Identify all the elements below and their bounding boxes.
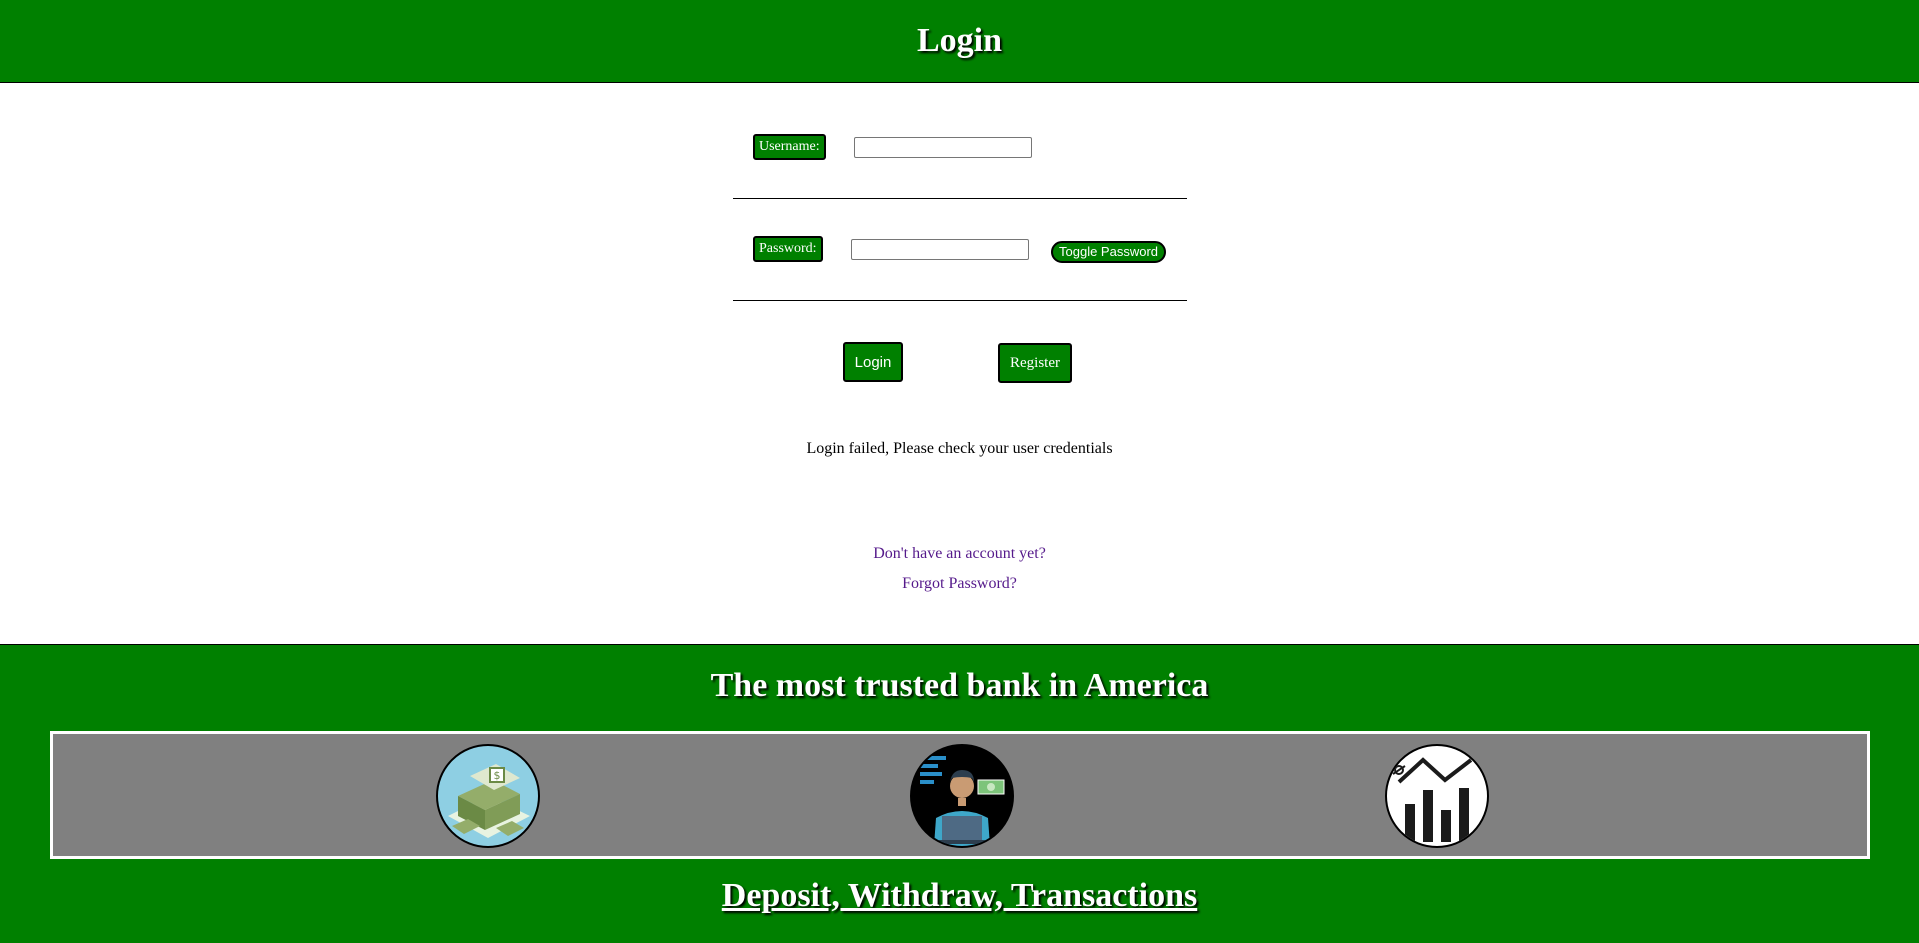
money-stack-icon: $ — [436, 744, 540, 848]
register-link[interactable]: Don't have an account yet? — [0, 545, 1919, 563]
password-label: Password: — [753, 236, 823, 262]
page-header: Login — [0, 0, 1919, 83]
growth-chart-icon — [1385, 744, 1489, 848]
register-button[interactable]: Register — [998, 343, 1072, 383]
features-heading: Deposit, Withdraw, Transactions — [721, 877, 1198, 914]
username-input[interactable] — [854, 137, 1032, 158]
password-input[interactable] — [851, 239, 1029, 260]
login-form: Username: Password: Toggle Password — [733, 108, 1187, 301]
register-link-text[interactable]: Don't have an account yet? — [873, 545, 1046, 562]
username-label: Username: — [753, 134, 826, 160]
username-row: Username: — [733, 108, 1187, 199]
page-title: Login — [916, 22, 1003, 59]
page-footer: The most trusted bank in America $ Depos… — [0, 644, 1919, 943]
forgot-password-link-text[interactable]: Forgot Password? — [902, 575, 1017, 592]
login-error-message: Login failed, Please check your user cre… — [806, 440, 1113, 457]
footer-tagline: The most trusted bank in America — [710, 667, 1209, 704]
feature-gallery: $ — [50, 731, 1870, 859]
forgot-password-link[interactable]: Forgot Password? — [0, 575, 1919, 593]
toggle-password-button[interactable]: Toggle Password — [1051, 241, 1166, 263]
login-button[interactable]: Login — [843, 342, 903, 382]
banker-with-laptop-icon — [910, 744, 1014, 848]
svg-text:$: $ — [494, 769, 501, 782]
